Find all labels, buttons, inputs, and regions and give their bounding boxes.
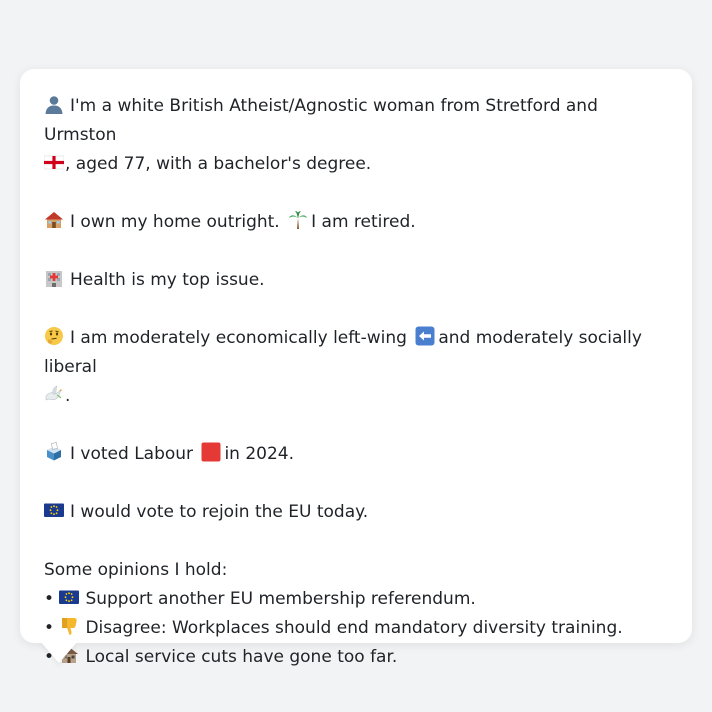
eu-text: I would vote to rejoin the EU today. xyxy=(70,502,369,522)
opinions-heading: Some opinions I hold: xyxy=(44,560,228,580)
eu-line: I would vote to rejoin the EU today. xyxy=(44,498,674,527)
vote-text-a: I voted Labour xyxy=(70,444,194,464)
eu-flag-icon xyxy=(44,500,64,520)
issue-text: Health is my top issue. xyxy=(70,270,265,290)
persona-message-bubble: I'm a white British Atheist/Agnostic wom… xyxy=(20,69,692,667)
palm-tree-icon xyxy=(288,210,308,230)
vote-line: I voted Labour in 2024. xyxy=(44,440,674,469)
eu-flag-icon xyxy=(59,587,80,607)
hospital-icon xyxy=(44,268,64,288)
opinions-list: • Support another EU membership referend… xyxy=(44,585,674,672)
thinking-face-icon xyxy=(44,326,64,346)
ballot-box-icon xyxy=(44,442,64,462)
vote-text-b: in 2024. xyxy=(224,444,295,464)
opinion-text: Local service cuts have gone too far. xyxy=(85,647,398,667)
thumbs-down-icon xyxy=(59,616,79,636)
economics-text-end: . xyxy=(65,386,71,406)
home-text: I own my home outright. xyxy=(70,212,280,232)
opinion-text: Support another EU membership referendum… xyxy=(85,589,476,609)
identity-text: I'm a white British Atheist/Agnostic wom… xyxy=(44,96,598,145)
red-square-icon xyxy=(201,442,221,462)
bullet: • xyxy=(44,618,55,638)
opinion-item: • Local service cuts have gone too far. xyxy=(44,643,674,672)
opinion-text: Disagree: Workplaces should end mandator… xyxy=(85,618,623,638)
person-silhouette-icon xyxy=(44,94,64,114)
identity-text-cont: , aged 77, with a bachelor's degree. xyxy=(65,154,372,174)
bubble-tail xyxy=(40,641,78,663)
economics-text-a: I am moderately economically left-wing xyxy=(70,328,407,348)
england-flag-icon xyxy=(44,152,64,172)
house-icon xyxy=(44,210,64,230)
dove-icon xyxy=(44,384,64,404)
bullet: • xyxy=(44,589,55,609)
left-arrow-icon xyxy=(415,326,435,346)
issue-line: Health is my top issue. xyxy=(44,266,674,295)
economics-line: I am moderately economically left-wing a… xyxy=(44,324,674,411)
home-line: I own my home outright. I am retired. xyxy=(44,208,674,237)
retired-text: I am retired. xyxy=(311,212,416,232)
opinion-item: • Support another EU membership referend… xyxy=(44,585,674,614)
opinion-item: • Disagree: Workplaces should end mandat… xyxy=(44,614,674,643)
identity-line: I'm a white British Atheist/Agnostic wom… xyxy=(44,92,674,179)
